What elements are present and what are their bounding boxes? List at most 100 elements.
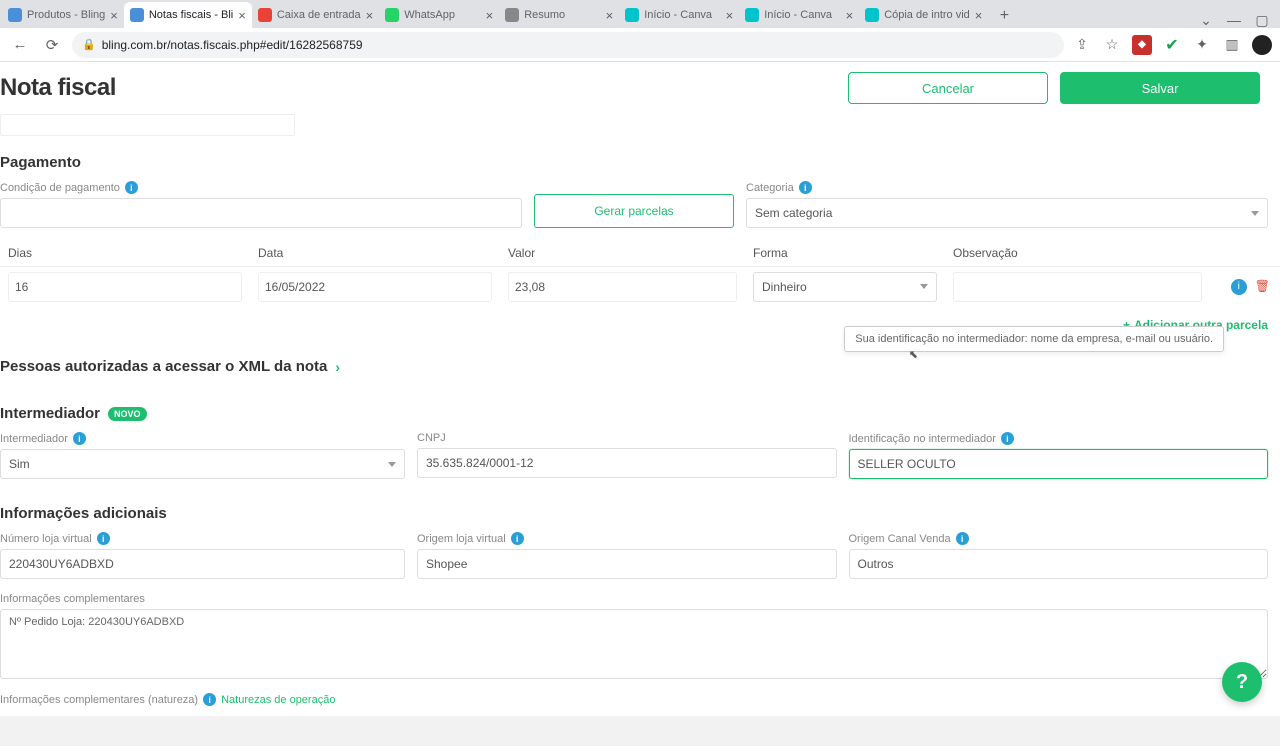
section-info-adicionais: Informações adicionais <box>0 505 1280 522</box>
minimize-icon[interactable]: — <box>1226 12 1242 28</box>
tab-title: Início - Canva <box>764 9 840 21</box>
info-icon[interactable]: i <box>511 532 524 545</box>
browser-tab[interactable]: Cópia de intro vid × <box>859 2 988 28</box>
favicon <box>505 8 519 22</box>
info-icon[interactable]: i <box>97 532 110 545</box>
canal-label: Origem Canal Venda <box>849 533 951 545</box>
intermediador-select[interactable]: Sim <box>0 449 405 479</box>
close-icon[interactable]: × <box>486 8 494 23</box>
cnpj-input[interactable]: 35.635.824/0001-12 <box>417 448 837 478</box>
naturezas-link[interactable]: Naturezas de operação <box>221 694 335 706</box>
close-icon[interactable]: × <box>975 8 983 23</box>
info-icon[interactable]: i <box>73 432 86 445</box>
browser-tab[interactable]: Início - Canva × <box>619 2 739 28</box>
browser-tab[interactable]: Produtos - Bling× <box>2 2 124 28</box>
profile-avatar[interactable] <box>1252 35 1272 55</box>
new-tab-button[interactable]: + <box>992 4 1016 28</box>
origem-input[interactable]: Shopee <box>417 549 837 579</box>
browser-tab[interactable]: Notas fiscais - Bli × <box>124 2 252 28</box>
favicon <box>258 8 272 22</box>
back-button[interactable]: ← <box>8 33 32 57</box>
obs-input[interactable] <box>953 272 1202 302</box>
browser-tab[interactable]: Início - Canva × <box>739 2 859 28</box>
extensions-icon[interactable]: ✦ <box>1192 35 1212 55</box>
url-input[interactable]: 🔒 bling.com.br/notas.fiscais.php#edit/16… <box>72 32 1064 58</box>
trash-icon[interactable]: 🗑 <box>1255 279 1270 295</box>
col-forma: Forma <box>745 246 945 260</box>
chevron-down-icon[interactable]: ⌄ <box>1198 12 1214 28</box>
tab-title: Cópia de intro vid <box>884 9 970 21</box>
canal-input[interactable]: Outros <box>849 549 1269 579</box>
compl-textarea[interactable]: Nº Pedido Loja: 220430UY6ADBXD <box>0 609 1268 679</box>
categoria-select[interactable]: Sem categoria <box>746 198 1268 228</box>
check-icon[interactable]: ✔ <box>1162 35 1182 55</box>
tab-title: Notas fiscais - Bli <box>149 9 233 21</box>
close-icon[interactable]: × <box>238 8 246 23</box>
intermediador-label: Intermediador <box>0 433 68 445</box>
cancel-button[interactable]: Cancelar <box>848 72 1048 104</box>
parcela-row: 16 16/05/2022 23,08 Dinheiro i 🗑 <box>0 266 1280 306</box>
natur-label: Informações complementares (natureza) <box>0 694 198 706</box>
col-obs: Observação <box>945 246 1210 260</box>
favicon <box>625 8 639 22</box>
col-dias: Dias <box>0 246 250 260</box>
tab-title: Caixa de entrada <box>277 9 361 21</box>
col-data: Data <box>250 246 500 260</box>
favicon <box>130 8 144 22</box>
identificacao-input[interactable]: SELLER OCULTO <box>849 449 1269 479</box>
caret-icon <box>1251 211 1259 216</box>
valor-input[interactable]: 23,08 <box>508 272 737 302</box>
forma-select[interactable]: Dinheiro <box>753 272 937 302</box>
close-icon[interactable]: × <box>726 8 734 23</box>
browser-tab[interactable]: Caixa de entrada × <box>252 2 379 28</box>
section-pagamento: Pagamento <box>0 154 1280 171</box>
tab-title: Início - Canva <box>644 9 720 21</box>
url-text: bling.com.br/notas.fiscais.php#edit/1628… <box>102 38 363 52</box>
close-icon[interactable]: × <box>366 8 374 23</box>
info-icon[interactable]: i <box>956 532 969 545</box>
info-icon[interactable]: i <box>799 181 812 194</box>
browser-tab[interactable]: Resumo × <box>499 2 619 28</box>
section-xml[interactable]: Pessoas autorizadas a acessar o XML da n… <box>0 358 327 375</box>
compl-label: Informações complementares <box>0 593 145 605</box>
sidepanel-icon[interactable]: ▥ <box>1222 35 1242 55</box>
favicon <box>745 8 759 22</box>
reload-button[interactable]: ⟳ <box>40 33 64 57</box>
caret-icon <box>920 284 928 289</box>
save-button[interactable]: Salvar <box>1060 72 1260 104</box>
page-title: Nota fiscal <box>0 74 116 102</box>
data-input[interactable]: 16/05/2022 <box>258 272 492 302</box>
info-icon[interactable]: i <box>1001 432 1014 445</box>
identificacao-label: Identificação no intermediador <box>849 433 996 445</box>
col-valor: Valor <box>500 246 745 260</box>
tab-title: Resumo <box>524 9 600 21</box>
help-fab[interactable]: ? <box>1222 662 1262 702</box>
gerar-parcelas-button[interactable]: Gerar parcelas <box>534 194 734 228</box>
tooltip: Sua identificação no intermediador: nome… <box>844 326 1224 352</box>
browser-tab[interactable]: WhatsApp × <box>379 2 499 28</box>
star-icon[interactable]: ☆ <box>1102 35 1122 55</box>
loja-input[interactable]: 220430UY6ADBXD <box>0 549 405 579</box>
section-intermediador: Intermediador NOVO <box>0 405 1280 422</box>
close-icon[interactable]: × <box>846 8 854 23</box>
share-icon[interactable]: ⇪ <box>1072 35 1092 55</box>
categoria-label: Categoria <box>746 182 794 194</box>
cursor-icon: ⬉ <box>909 348 918 361</box>
dias-input[interactable]: 16 <box>8 272 242 302</box>
tab-title: WhatsApp <box>404 9 480 21</box>
adblock-icon[interactable]: ◆ <box>1132 35 1152 55</box>
loja-label: Número loja virtual <box>0 533 92 545</box>
close-icon[interactable]: × <box>110 8 118 23</box>
caret-icon <box>388 462 396 467</box>
chevron-right-icon[interactable]: › <box>335 359 340 375</box>
close-icon[interactable]: × <box>606 8 614 23</box>
maximize-icon[interactable]: ▢ <box>1254 12 1270 28</box>
empty-field[interactable] <box>0 114 295 136</box>
cnpj-label: CNPJ <box>417 432 446 444</box>
info-icon[interactable]: i <box>203 693 216 706</box>
origem-label: Origem loja virtual <box>417 533 506 545</box>
favicon <box>865 8 879 22</box>
info-icon[interactable]: i <box>125 181 138 194</box>
info-icon[interactable]: i <box>1231 279 1247 295</box>
condicao-input[interactable] <box>0 198 522 228</box>
